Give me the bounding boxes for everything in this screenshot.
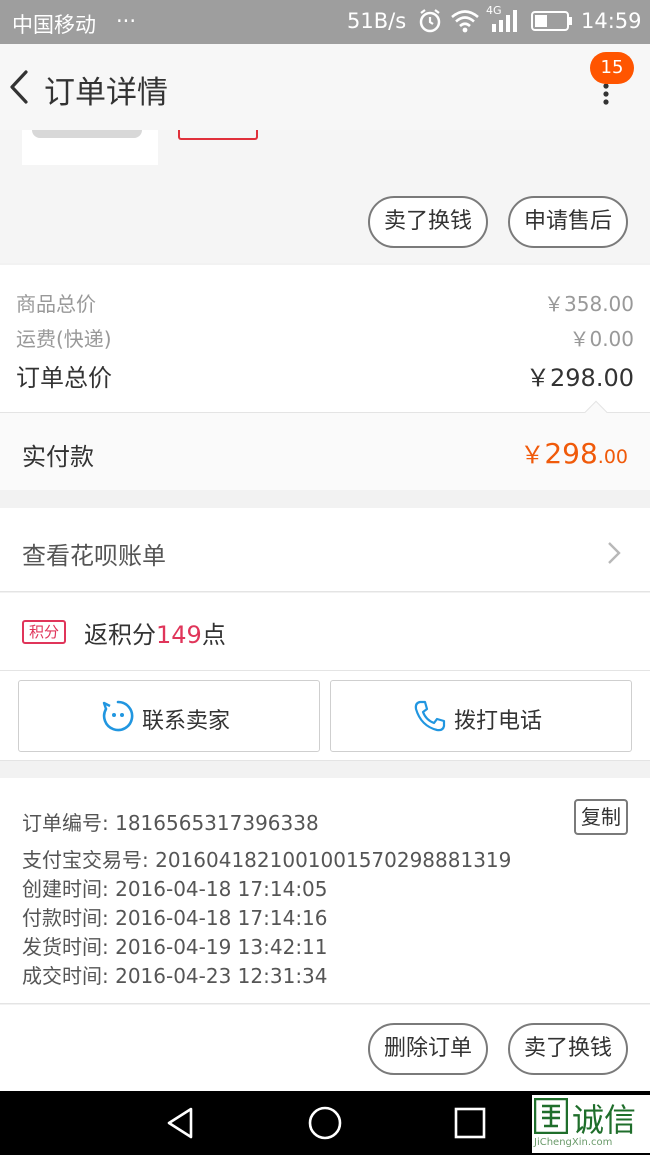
contact-seller-label: 联系卖家 (142, 709, 231, 734)
bottom-action-bar: 删除订单 卖了换钱 (0, 1005, 650, 1091)
delete-order-button[interactable]: 删除订单 (368, 1023, 488, 1075)
points-prefix: 返积分 (84, 621, 156, 649)
watermark-url: JiChengXin.com (534, 1137, 613, 1148)
contact-seller-button[interactable]: 联系卖家 (18, 680, 320, 752)
app-header: 订单详情 15 (0, 44, 650, 130)
price-summary: 商品总价 ￥358.00 运费(快递) ￥0.00 订单总价 ￥298.00 (0, 265, 650, 412)
carrier-name: 中国移动 (12, 13, 96, 37)
wifi-icon (451, 10, 479, 33)
huabei-bill-row[interactable]: 查看花呗账单 (0, 508, 650, 592)
watermark-text: 诚信 (572, 1101, 637, 1139)
resell-button[interactable]: 卖了换钱 (368, 196, 488, 248)
completed-time: 成交时间: 2016-04-23 12:31:34 (22, 964, 328, 988)
chat-face-icon (102, 700, 134, 732)
goods-total-value: ￥358.00 (544, 292, 634, 316)
points-tag: 积分 (22, 620, 66, 644)
back-arrow-icon[interactable] (6, 66, 36, 108)
alipay-number: 支付宝交易号: 2016041821001001570298881319 (22, 848, 512, 872)
nav-home-icon[interactable] (307, 1105, 343, 1141)
order-total-value: ￥298.00 (526, 364, 634, 392)
created-time: 创建时间: 2016-04-18 17:14:05 (22, 877, 328, 901)
call-phone-label: 拨打电话 (454, 709, 543, 734)
paid-time: 付款时间: 2016-04-18 17:14:16 (22, 906, 328, 930)
call-phone-button[interactable]: 拨打电话 (330, 680, 632, 752)
huabei-bill-label: 查看花呗账单 (22, 542, 166, 570)
shipping-value: ￥0.00 (569, 327, 634, 351)
status-bar: 中国移动 ··· 51B/s 4G 14:59 (0, 0, 650, 44)
paid-currency: ￥ (520, 441, 545, 469)
after-sale-button[interactable]: 申请售后 (508, 196, 628, 248)
points-count: 149 (156, 621, 202, 649)
order-number: 订单编号: 1816565317396338 (22, 811, 319, 835)
net-speed: 51B/s (347, 9, 407, 33)
watermark-logo: 诚信 JiChengXin.com (532, 1095, 650, 1153)
points-text: 返积分149点 (84, 615, 226, 650)
goods-total-label: 商品总价 (16, 292, 96, 316)
system-nav-bar: 诚信 JiChengXin.com (0, 1091, 650, 1155)
nav-recents-icon[interactable] (452, 1105, 488, 1141)
paid-amount-section: 实付款 ￥298.00 (0, 400, 650, 490)
shipped-time: 发货时间: 2016-04-19 13:42:11 (22, 935, 328, 959)
nav-back-icon[interactable] (163, 1105, 199, 1141)
battery-icon (531, 11, 572, 31)
paid-integer: 298 (544, 437, 598, 470)
copy-button[interactable]: 复制 (574, 799, 628, 835)
phone-icon (414, 700, 446, 732)
more-dots: ··· (116, 9, 137, 33)
chevron-right-icon (608, 542, 621, 564)
order-total-label: 订单总价 (16, 364, 112, 392)
paid-value: ￥298.00 (520, 435, 628, 470)
watermark-emblem-icon (534, 1098, 568, 1134)
clock-time: 14:59 (581, 9, 642, 33)
signal-icon (492, 10, 517, 32)
alarm-icon (419, 9, 441, 33)
paid-label: 实付款 (22, 443, 94, 471)
notification-badge: 15 (590, 52, 634, 84)
product-section: 卖了换钱 申请售后 (0, 130, 650, 263)
order-info-section: 订单编号: 1816565317396338 复制 支付宝交易号: 201604… (0, 778, 650, 1004)
resell-bottom-button[interactable]: 卖了换钱 (508, 1023, 628, 1075)
paid-decimal: .00 (597, 446, 628, 468)
product-thumbnail[interactable] (22, 130, 158, 165)
points-suffix: 点 (201, 621, 226, 649)
shipping-label: 运费(快递) (16, 327, 112, 351)
return-policy-tag (178, 130, 258, 140)
contact-row: 联系卖家 拨打电话 (0, 671, 650, 761)
points-row: 积分 返积分149点 (0, 593, 650, 671)
page-title: 订单详情 (44, 75, 168, 111)
